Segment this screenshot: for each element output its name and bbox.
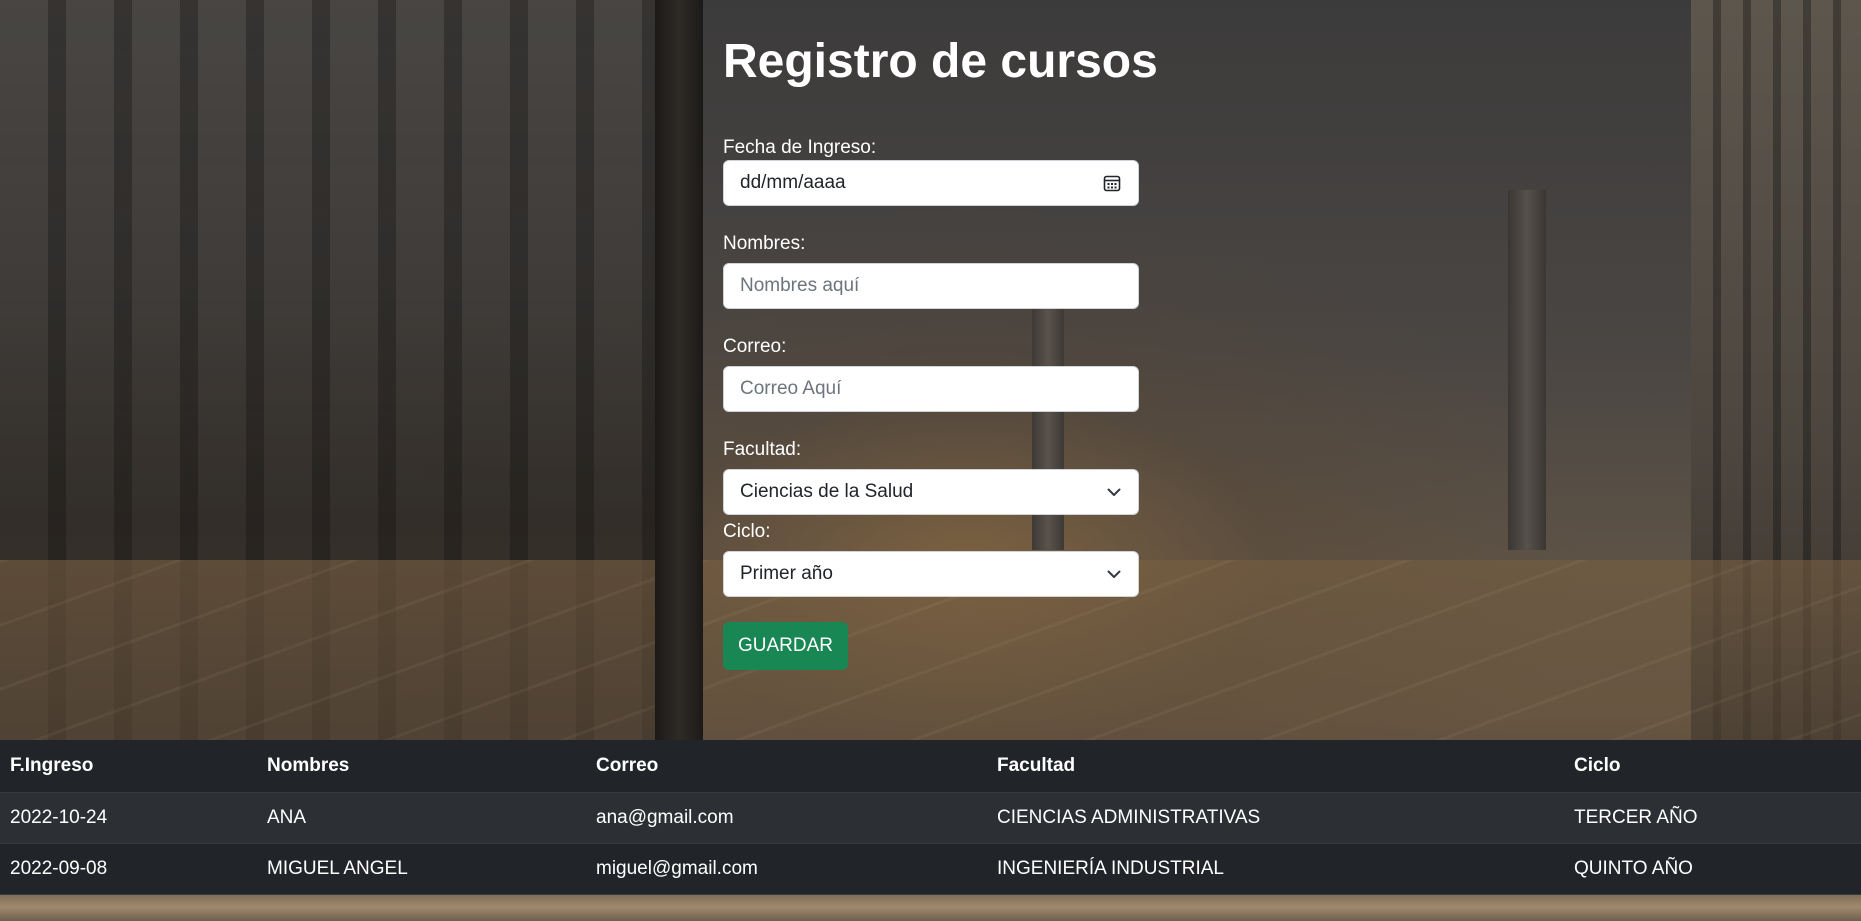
facultad-select[interactable]: Ciencias de la Salud [723,469,1139,515]
fecha-placeholder: dd/mm/aaaa [740,172,846,193]
table-row: 2022-09-08 MIGUEL ANGEL miguel@gmail.com… [0,843,1861,895]
cell-ciclo: TERCER AÑO [1564,792,1861,844]
table-header-row: F.Ingreso Nombres Correo Facultad Ciclo [0,740,1861,793]
fecha-ingreso-input[interactable]: dd/mm/aaaa [723,160,1139,206]
ciclo-label: Ciclo: [723,521,771,542]
header-ciclo: Ciclo [1564,740,1861,793]
cell-fingreso: 2022-09-08 [0,843,257,895]
cell-facultad: INGENIERÍA INDUSTRIAL [987,843,1564,895]
facultad-label: Facultad: [723,439,802,460]
cell-fingreso: 2022-10-24 [0,792,257,844]
table-row: 2022-10-24 ANA ana@gmail.com CIENCIAS AD… [0,792,1861,844]
cell-correo: ana@gmail.com [586,792,987,844]
background-lamp-post [655,0,703,740]
cell-nombres: MIGUEL ANGEL [257,843,586,895]
header-correo: Correo [586,740,987,793]
calendar-icon[interactable] [1102,173,1122,193]
course-registration-form: Registro de cursos Fecha de Ingreso: dd/… [723,0,1158,670]
facultad-selected-value: Ciencias de la Salud [740,481,914,502]
guardar-button[interactable]: GUARDAR [723,622,849,670]
ciclo-select[interactable]: Primer año [723,551,1139,597]
nombres-label: Nombres: [723,233,806,254]
background-column-right [1508,190,1546,550]
courses-table-container: F.Ingreso Nombres Correo Facultad Ciclo … [0,740,1861,895]
nombres-input[interactable] [723,263,1139,309]
header-fingreso: F.Ingreso [0,740,257,793]
courses-table: F.Ingreso Nombres Correo Facultad Ciclo … [0,740,1861,895]
header-facultad: Facultad [987,740,1564,793]
cell-nombres: ANA [257,792,586,844]
cell-facultad: CIENCIAS ADMINISTRATIVAS [987,792,1564,844]
background-bottom-strip [0,893,1861,921]
cell-correo: miguel@gmail.com [586,843,987,895]
chevron-down-icon [1106,566,1122,582]
correo-label: Correo: [723,336,787,357]
header-nombres: Nombres [257,740,586,793]
ciclo-selected-value: Primer año [740,563,833,584]
correo-input[interactable] [723,366,1139,412]
fecha-label: Fecha de Ingreso: [723,137,877,158]
chevron-down-icon [1106,484,1122,500]
cell-ciclo: QUINTO AÑO [1564,843,1861,895]
page-title: Registro de cursos [723,35,1158,88]
